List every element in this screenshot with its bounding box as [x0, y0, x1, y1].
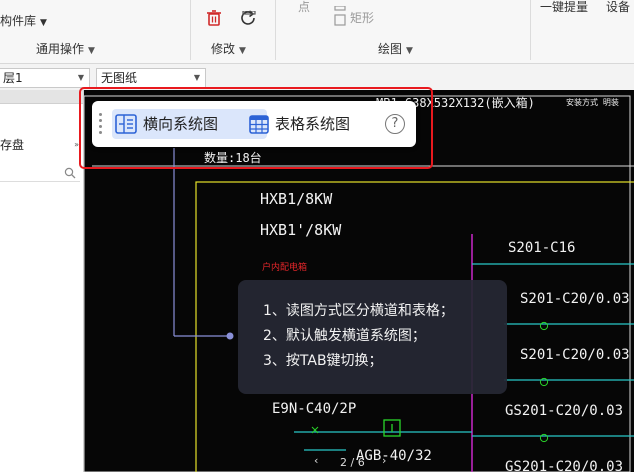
ribbon-divider: [275, 0, 276, 60]
callout-dot: [226, 332, 234, 340]
group-modify[interactable]: 修改 ▼: [211, 40, 246, 57]
copy-icon[interactable]: [242, 0, 256, 19]
floor-select[interactable]: 层1 ▼: [0, 68, 90, 88]
cad-e9n: E9N-C40/2P: [272, 401, 356, 417]
ribbon: 构件库 ▼ 通用操作 ▼ 修改 ▼ 点 矩形 绘图 ▼ 一键提量 设备: [0, 0, 634, 64]
ribbon-divider: [190, 0, 191, 60]
watermark-text: 大创课程: [24, 455, 77, 470]
tip-line: 3、按TAB键切换；: [263, 353, 383, 369]
cad-l3: GS201-C20/0.03: [505, 403, 623, 419]
logo-icon: [4, 454, 22, 468]
device-button[interactable]: 设备: [606, 0, 630, 15]
group-draw[interactable]: 绘图 ▼: [378, 40, 413, 57]
one-click-quantity-button[interactable]: 一键提量: [540, 0, 588, 15]
watermark: 大创课程: [4, 451, 76, 470]
slide-pager: ‹ 2 / 6 ›: [312, 454, 394, 472]
tip-line: 1、读图方式区分横道和表格；: [263, 303, 454, 319]
draw-rect-button[interactable]: 矩形: [350, 9, 374, 26]
tip-line: 2、默认触发横道系统图；: [263, 328, 426, 344]
ribbon-divider: [530, 0, 531, 60]
drawing-select[interactable]: 无图纸 ▼: [96, 68, 206, 88]
draw-point-button[interactable]: 点: [298, 0, 310, 15]
line-tool-icon[interactable]: [334, 0, 346, 16]
panel-header: [0, 90, 83, 104]
group-common-ops[interactable]: 通用操作 ▼: [36, 40, 95, 57]
next-page-button[interactable]: ›: [382, 454, 386, 467]
cad-s201: S201-C16: [508, 240, 575, 256]
chevron-down-icon: ▼: [77, 73, 84, 82]
tip-bubble: 1、读图方式区分横道和表格； 2、默认触发横道系统图； 3、按TAB键切换；: [238, 280, 507, 394]
left-panel: 存盘 »: [0, 90, 84, 472]
prev-page-button[interactable]: ‹: [314, 454, 318, 467]
page-indicator: 2 / 6: [340, 456, 365, 469]
cad-l2: S201-C20/0.03: [520, 347, 630, 363]
search-icon: [64, 167, 76, 179]
chevron-down-icon: ▼: [193, 73, 200, 82]
cad-l4: GS201-C20/0.03: [505, 459, 623, 472]
cad-l1: S201-C20/0.03: [520, 291, 630, 307]
cad-hx2: HXB1'/8KW: [260, 221, 342, 239]
panel-title: 存盘: [0, 138, 25, 152]
cad-red-note: 户内配电箱: [262, 261, 307, 273]
panel-search-input[interactable]: [0, 164, 80, 182]
cad-hx1: HXB1/8KW: [260, 190, 333, 208]
cad-top-note: 安装方式 明装: [566, 97, 619, 107]
highlight-frame: [79, 87, 433, 169]
delete-icon[interactable]: [206, 10, 222, 30]
component-library-button[interactable]: 构件库 ▼: [0, 12, 47, 29]
